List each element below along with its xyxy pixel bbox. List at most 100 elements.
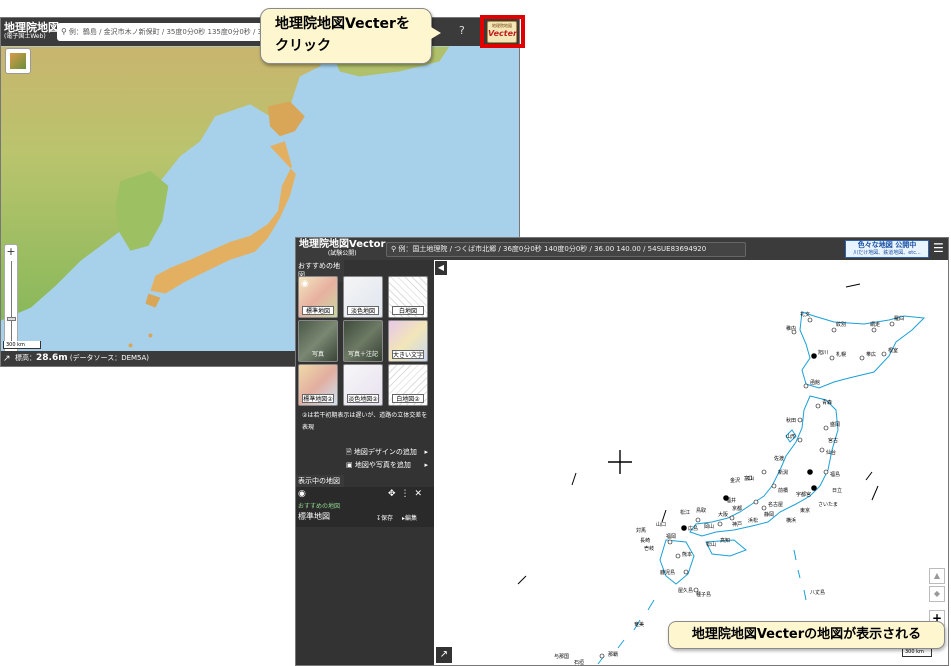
banner-line1: 色々な地図 公開中 — [857, 241, 917, 249]
current-layer-name: 標準地図 — [298, 512, 330, 521]
gsi-logo[interactable]: 地理院地図 (電子国土Web) — [4, 22, 59, 40]
tile-label: 標準地図 — [302, 306, 334, 315]
map-label: 日立 — [832, 487, 842, 494]
tile-pale-2[interactable]: 淡色地図② — [343, 364, 383, 406]
tile-label: 大きい文字 — [392, 350, 424, 359]
save-label: 保存 — [381, 515, 394, 522]
help-icon[interactable]: ? — [459, 24, 465, 37]
vecter-search-placeholder: 例：国土地理院 / つくば市北郷 / 36度0分0秒 140度0分0秒 / 36… — [398, 245, 707, 253]
map-label: 松山 — [706, 541, 716, 548]
tile-label: 標準地図② — [302, 394, 334, 403]
layer-controls: ✥⋮✕ — [388, 489, 427, 499]
add-design-button[interactable]: 🗎 地図デザインの追加 ▸ — [346, 446, 428, 458]
layer-button[interactable] — [5, 48, 31, 74]
zoom-slider-handle[interactable] — [7, 317, 16, 321]
tile-blank[interactable]: 白地図 — [388, 276, 428, 318]
hamburger-menu-icon[interactable]: ☰ — [933, 241, 944, 255]
compass-button[interactable]: ◆ — [929, 586, 945, 602]
layers-icon — [10, 53, 26, 69]
edit-button[interactable]: ▸編集 — [402, 513, 417, 522]
tilt-up-button[interactable]: ▲ — [929, 568, 945, 584]
vecter-map-window: 地理院地図Vector (試験公開) ⚲ 例：国土地理院 / つくば市北郷 / … — [295, 237, 949, 666]
eye-icon[interactable]: ◉ — [298, 489, 306, 499]
eye-icon[interactable]: ◉ — [301, 279, 309, 289]
image-icon: ▣ — [346, 461, 353, 469]
map-label: さいたま — [818, 501, 838, 508]
vecter-map-canvas[interactable]: 礼文 稚内 紋別 網走 羅臼 旭川 札幌 帯広 根室 函館 青森 秋田 盛岡 宮… — [434, 260, 949, 666]
map-label: 種子島 — [696, 591, 711, 598]
map-label: 名古屋 — [768, 501, 783, 508]
zoom-control: + − — [4, 244, 18, 356]
map-label: 新潟 — [778, 469, 788, 476]
vecter-header: 地理院地図Vector (試験公開) ⚲ 例：国土地理院 / つくば市北郷 / … — [296, 238, 948, 260]
map-label: 福井 — [726, 497, 736, 504]
map-label: 盛岡 — [830, 421, 840, 428]
maps-banner[interactable]: 色々な地図 公開中 川だけ地図、鉄道地図、etc... — [845, 240, 929, 258]
vecter-search-input[interactable]: ⚲ 例：国土地理院 / つくば市北郷 / 36度0分0秒 140度0分0秒 / … — [386, 242, 746, 257]
callout-click-vecter: 地理院地図Vecterを クリック — [260, 8, 441, 64]
map-label: 八丈島 — [810, 589, 825, 596]
tile-pale[interactable]: 淡色地図 — [343, 276, 383, 318]
scale-bar: 300 km — [902, 648, 932, 657]
highlight-box — [480, 15, 525, 48]
map-label: 松江 — [680, 509, 690, 516]
map-label: 佐渡 — [774, 455, 784, 462]
map-label: 礼文 — [800, 311, 810, 318]
map-label: 札幌 — [836, 351, 846, 358]
move-icon[interactable]: ✥ — [388, 489, 401, 499]
add-design-label: 地図デザインの追加 — [353, 448, 417, 456]
map-label: 熊本 — [682, 551, 692, 558]
chevron-right-icon: ▸ — [424, 448, 428, 456]
zoom-in-button[interactable]: + — [5, 245, 17, 258]
map-label: 奄美 — [634, 621, 644, 628]
map-label: 東京 — [800, 507, 810, 514]
add-photo-button[interactable]: ▣ 地図や写真を追加 ▸ — [346, 459, 428, 471]
map-label: 網走 — [870, 321, 880, 328]
map-label: 函館 — [810, 379, 820, 386]
map-label: 大阪 — [718, 511, 728, 518]
map-label: 福島 — [830, 471, 840, 478]
gsi-search-placeholder: 例：鶴島 / 金沢市木ノ新保町 / 35度0分0秒 135度0分0秒 / 35.… — [68, 28, 274, 36]
map-label: 羅臼 — [894, 315, 904, 322]
vecter-subtitle: (試験公開) — [327, 250, 357, 257]
tile-standard-2[interactable]: 標準地図② — [298, 364, 338, 406]
tile-label: 淡色地図② — [347, 394, 379, 403]
edit-label: 編集 — [405, 515, 418, 522]
map-label: 山口 — [656, 521, 666, 528]
more-icon[interactable]: ⋮ — [401, 489, 415, 499]
gsi-subtitle: (電子国土Web) — [4, 33, 46, 40]
map-label: 山形 — [786, 433, 796, 440]
callout-click-line2: クリック — [275, 38, 331, 54]
current-layer: ◉ ✥⋮✕ おすすめの地図 標準地図 ↧保存 ▸編集 — [296, 487, 434, 527]
tile-blank-2[interactable]: 白地図② — [388, 364, 428, 406]
map-label: 宇都宮 — [796, 491, 811, 498]
add-photo-label: 地図や写真を追加 — [354, 461, 411, 469]
vecter-title: 地理院地図Vector — [299, 239, 386, 250]
map-label: 京都 — [732, 505, 742, 512]
map-label: 与那国 — [554, 653, 569, 660]
map-label: 石垣 — [574, 659, 584, 666]
map-label: 神戸 — [732, 521, 742, 528]
map-label: 長崎 — [640, 537, 650, 544]
callout-tail — [431, 27, 441, 39]
zoom-slider-track[interactable] — [11, 261, 12, 341]
close-icon[interactable]: ✕ — [415, 489, 428, 499]
banner-line2: 川だけ地図、鉄道地図、etc... — [853, 250, 921, 256]
tile-photo-labels[interactable]: 写真＋注記 — [343, 320, 383, 362]
map-label: 根室 — [888, 347, 898, 354]
map-label: 前橋 — [778, 487, 788, 494]
expand-arrow-icon[interactable]: ↗ — [3, 352, 11, 366]
layer-panel: おすすめの地図 ◉ 標準地図 淡色地図 白地図 写真 写真＋注記 大きい文字 標 — [296, 260, 434, 665]
map-label: 横浜 — [786, 517, 796, 524]
search-icon: ⚲ — [391, 245, 397, 253]
data-source: (データソース：DEM5A) — [69, 354, 150, 362]
map-label: 鳥取 — [696, 507, 706, 514]
tile-photo[interactable]: 写真 — [298, 320, 338, 362]
tile-large-text[interactable]: 大きい文字 — [388, 320, 428, 362]
vecter-logo[interactable]: 地理院地図Vector (試験公開) — [299, 240, 385, 258]
save-button[interactable]: ↧保存 — [376, 513, 393, 522]
map-label: 紋別 — [836, 321, 846, 328]
tile-standard[interactable]: ◉ 標準地図 — [298, 276, 338, 318]
elevation-prefix: 標高： — [15, 354, 36, 362]
scale-bar: 300 km — [3, 341, 41, 349]
